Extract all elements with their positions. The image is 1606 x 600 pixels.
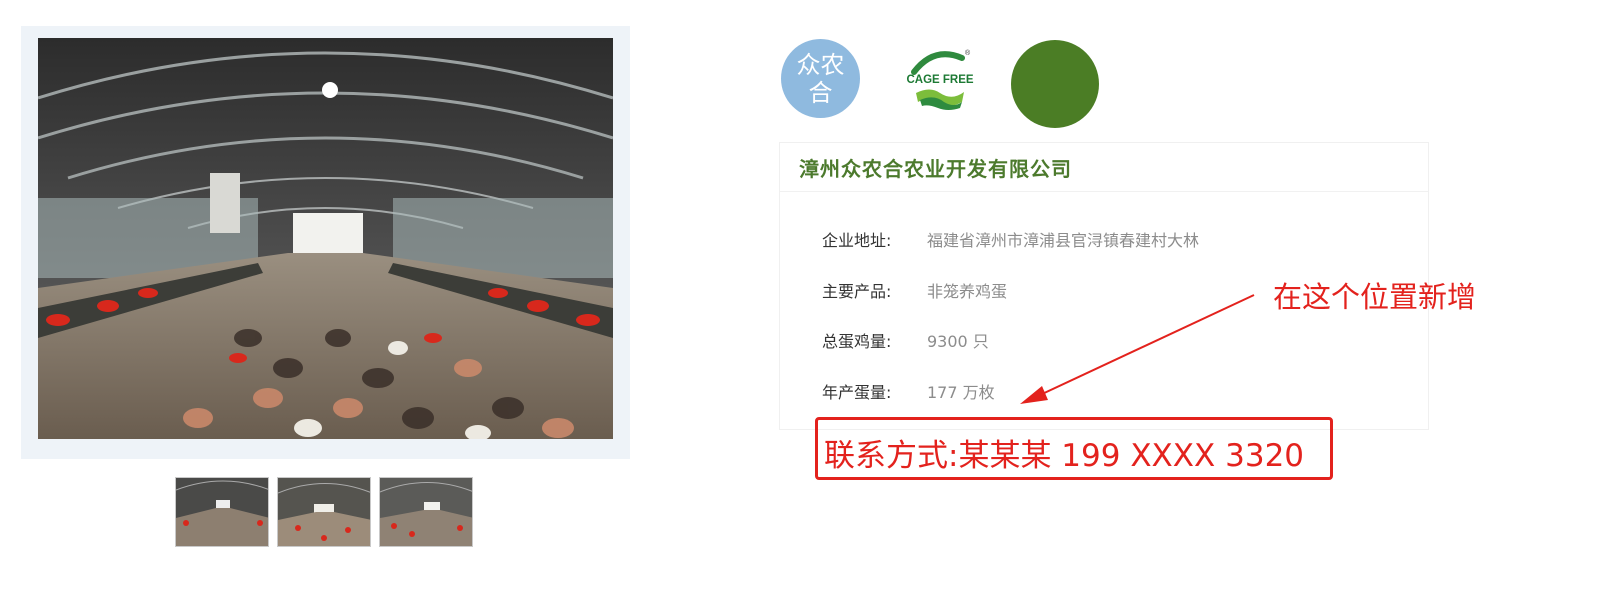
annotation-note: 在这个位置新增: [1273, 280, 1477, 314]
contact-info: 联系方式:某某某 199 XXXX 3320: [824, 438, 1305, 474]
contact-annotation-box: 联系方式:某某某 199 XXXX 3320: [815, 417, 1333, 480]
